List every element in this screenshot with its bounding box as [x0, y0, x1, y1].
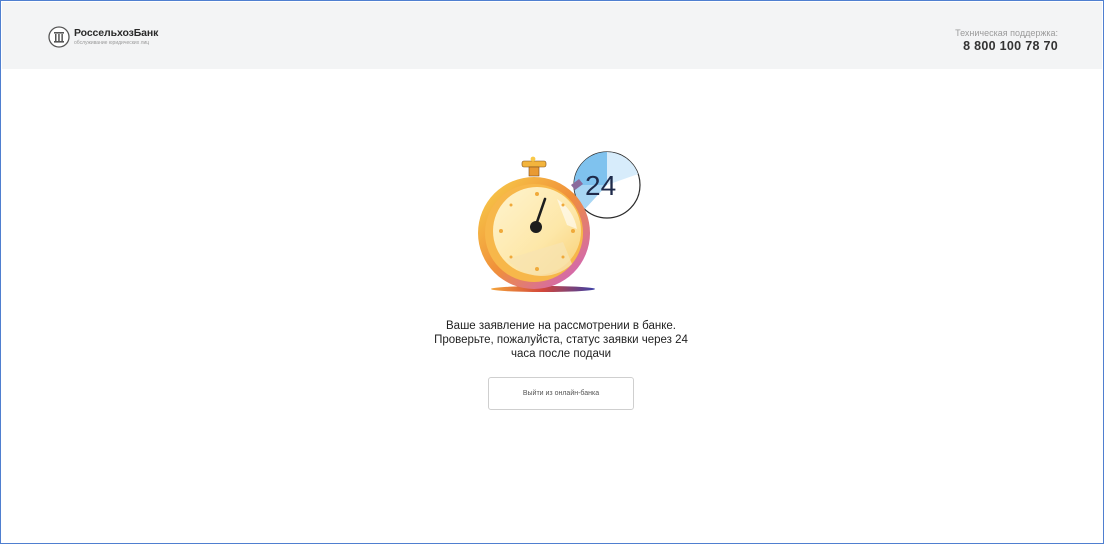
status-message-line-3: часа после подачи — [510, 348, 612, 360]
support-contact: Техническая поддержка: 8 800 100 78 70 — [955, 28, 1058, 54]
logo-name: РоссельхозБанк — [74, 27, 159, 39]
status-message-line-2: Проверьте, пожалуйста, статус заявки чер… — [434, 334, 688, 346]
header: РоссельхозБанк обслуживание юридических … — [2, 2, 1102, 69]
status-message: Ваше заявление на рассмотрении в банке. … — [411, 319, 711, 361]
app-window: РоссельхозБанк обслуживание юридических … — [0, 0, 1104, 544]
badge-24-text: 24 — [585, 170, 616, 201]
bank-logo-icon — [48, 26, 70, 48]
stopwatch-illustration: 24 — [478, 151, 641, 292]
logout-button[interactable]: Выйти из онлайн-банка — [488, 377, 634, 410]
logo-tagline: обслуживание юридических лиц — [74, 40, 150, 46]
bank-logo[interactable]: РоссельхозБанк обслуживание юридических … — [48, 26, 158, 48]
support-phone[interactable]: 8 800 100 78 70 — [955, 38, 1058, 54]
support-label: Техническая поддержка: — [955, 28, 1058, 38]
status-message-line-1: Ваше заявление на рассмотрении в банке. — [446, 320, 676, 332]
